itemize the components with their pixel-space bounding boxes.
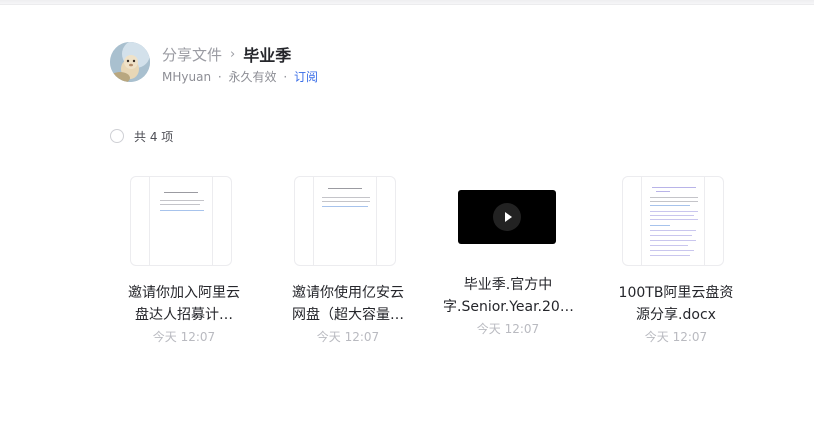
file-name: 100TB阿里云盘资 源分享.docx [611,282,741,326]
file-card[interactable]: 邀请你加入阿里云 盘达人招募计… 今天 12:07 [128,176,249,356]
file-time: 今天 12:07 [152,330,216,344]
avatar[interactable] [110,42,150,82]
document-thumbnail-icon [130,176,232,266]
share-meta: MHyuan · 永久有效 · 订阅 [162,68,318,85]
file-name-line: 源分享.docx [636,307,716,323]
file-name: 毕业季.官方中 字.Senior.Year.20… [443,274,574,318]
file-card[interactable]: 邀请你使用亿安云 网盘（超大容量… 今天 12:07 [292,176,413,356]
subscribe-link[interactable]: 订阅 [294,70,318,84]
file-card[interactable]: 100TB阿里云盘资 源分享.docx 今天 12:07 [619,176,741,356]
file-time: 今天 12:07 [316,330,380,344]
breadcrumb: 分享文件 › 毕业季 [162,42,291,66]
chevron-right-icon: › [230,46,236,62]
document-thumbnail-icon [622,176,724,266]
video-thumbnail [458,190,556,244]
play-icon[interactable] [493,203,521,231]
file-name-line: 字.Senior.Year.20… [443,299,574,315]
meta-dot: · [283,70,288,84]
avatar-image [110,42,150,82]
breadcrumb-parent-link[interactable]: 分享文件 [162,44,222,65]
validity-text: 永久有效 [228,70,277,84]
file-time: 今天 12:07 [644,330,708,344]
file-name-line: 100TB阿里云盘资 [618,285,734,301]
item-count: 共 4 项 [134,130,174,144]
file-name-line: 毕业季.官方中 [463,277,553,293]
page-title: 毕业季 [243,46,292,65]
select-all-checkbox[interactable] [110,129,124,143]
meta-dot: · [217,70,222,84]
file-card[interactable]: 毕业季.官方中 字.Senior.Year.20… 今天 12:07 [443,176,574,356]
file-name-line: 邀请你使用亿安云 [292,285,404,301]
file-time: 今天 12:07 [476,322,540,336]
file-name-line: 邀请你加入阿里云 [128,285,240,301]
top-divider [0,4,814,5]
document-thumbnail-icon [294,176,396,266]
file-name-line: 网盘（超大容量… [292,307,404,323]
file-name-line: 盘达人招募计… [135,307,233,323]
file-name: 邀请你使用亿安云 网盘（超大容量… [283,282,413,326]
owner-name: MHyuan [162,70,212,84]
file-name: 邀请你加入阿里云 盘达人招募计… [119,282,249,326]
